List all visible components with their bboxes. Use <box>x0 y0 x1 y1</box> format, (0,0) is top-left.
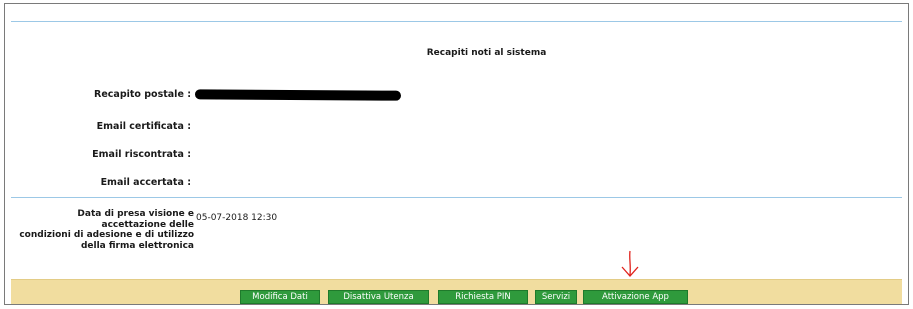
consent-label-line: condizioni di adesione e di utilizzo <box>19 230 194 240</box>
consent-date-value: 05-07-2018 12:30 <box>196 213 278 223</box>
attivazione-app-button[interactable]: Attivazione App <box>583 290 688 304</box>
confirmed-email-label: Email accertata : <box>100 177 191 188</box>
consent-label-line: accettazione delle <box>101 219 195 230</box>
servizi-button[interactable]: Servizi <box>535 290 577 304</box>
disattiva-utenza-button[interactable]: Disattiva Utenza <box>328 290 429 304</box>
red-arrow-annotation-icon <box>621 250 639 277</box>
action-bar: Modifica Dati Disattiva Utenza Richiesta… <box>11 279 902 304</box>
recapiti-panel: Recapiti noti al sistema Recapito postal… <box>4 3 909 305</box>
verified-email-label: Email riscontrata : <box>92 149 191 160</box>
consent-date-label: Data di presa visione e accettazione del… <box>5 209 194 251</box>
postal-address-label: Recapito postale : <box>94 89 191 100</box>
consent-label-line: della firma elettronica <box>80 240 194 251</box>
certified-email-label: Email certificata : <box>96 121 191 132</box>
section-title: Recapiti noti al sistema <box>426 48 547 58</box>
redacted-postal-address <box>194 89 402 101</box>
richiesta-pin-button[interactable]: Richiesta PIN <box>438 290 528 304</box>
modifica-dati-button[interactable]: Modifica Dati <box>240 290 320 304</box>
middle-divider <box>11 197 902 198</box>
top-divider <box>11 21 902 22</box>
consent-label-line: Data di presa visione e <box>77 209 194 219</box>
